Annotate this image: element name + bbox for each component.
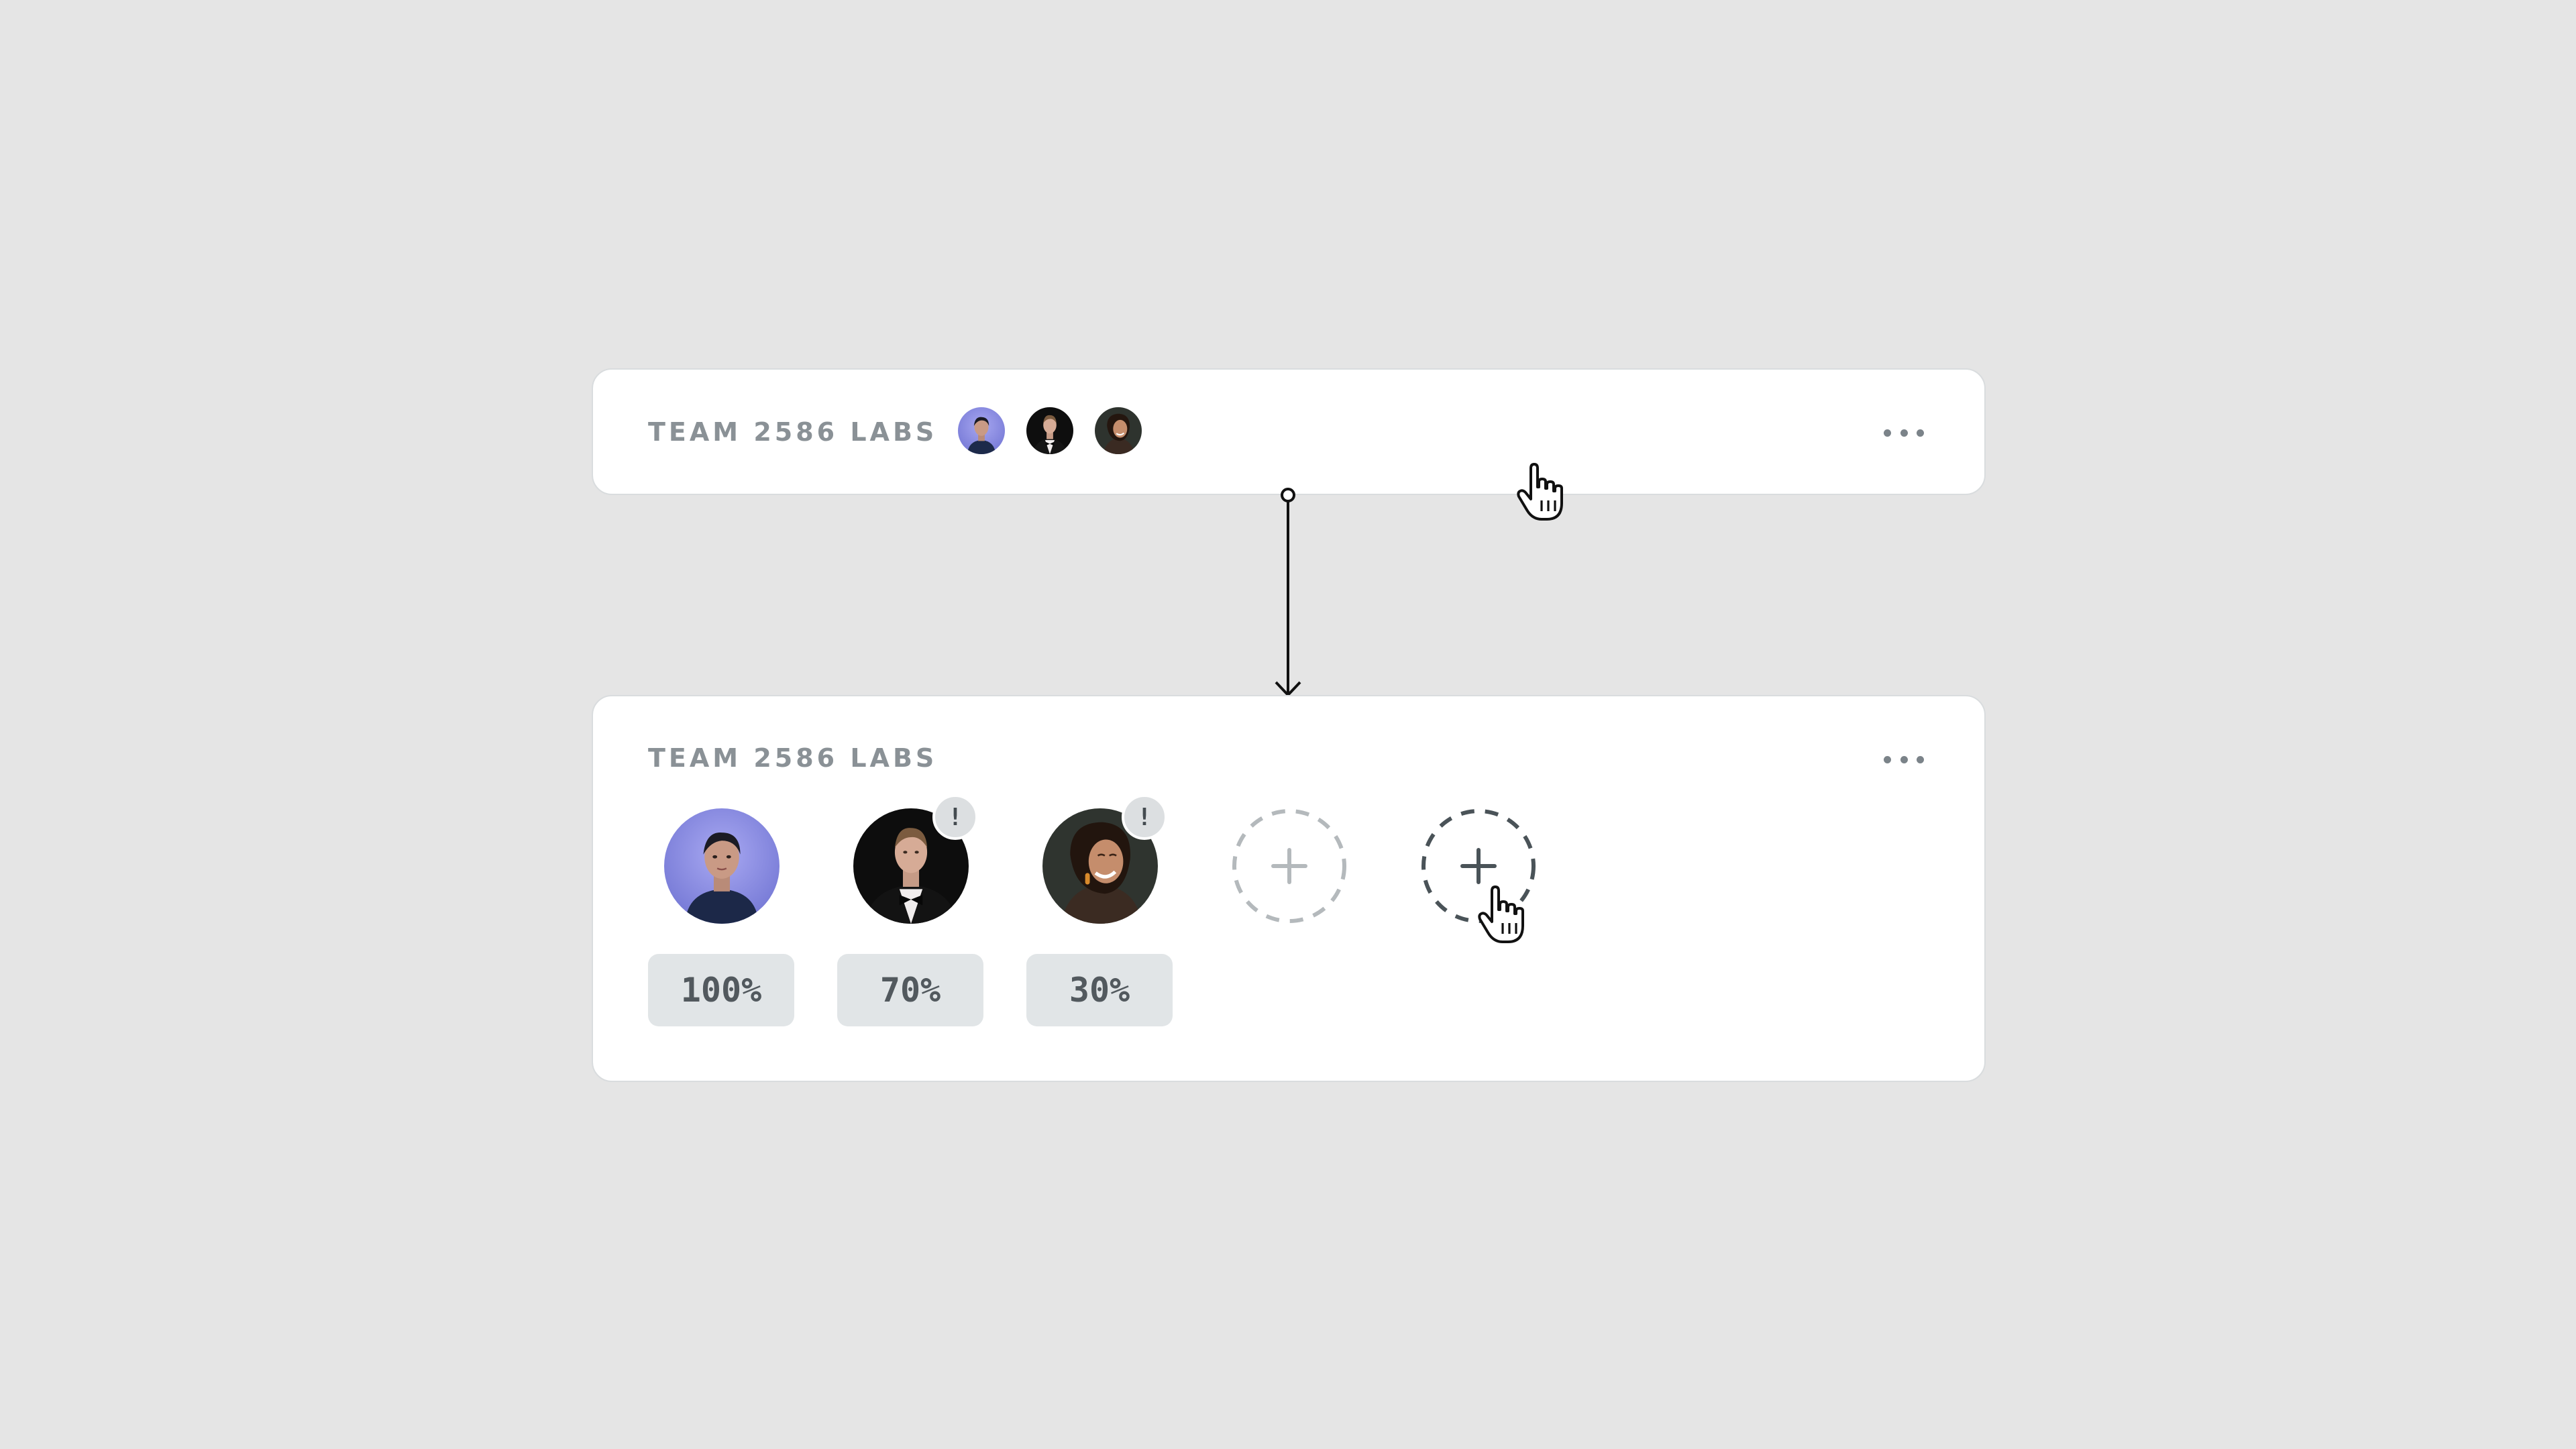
add-member-slot[interactable]	[1232, 808, 1347, 924]
plus-icon	[1460, 848, 1497, 884]
member-avatar-3[interactable]	[1093, 405, 1144, 456]
plus-icon	[1271, 848, 1307, 884]
more-options-button[interactable]	[1884, 419, 1924, 446]
member-avatar-2[interactable]	[1024, 405, 1075, 456]
allocation-badge: 100%	[648, 954, 794, 1026]
team-title: TEAM 2586 LABS	[648, 417, 938, 447]
warning-badge: !	[932, 794, 978, 840]
allocation-badge: 70%	[837, 954, 983, 1026]
team-card-expanded[interactable]: TEAM 2586 LABS 100% ! 70% ! 30%	[592, 695, 1986, 1082]
more-dot-icon	[1884, 755, 1891, 763]
more-options-button[interactable]	[1884, 746, 1924, 773]
member-avatar-1[interactable]	[664, 808, 780, 924]
more-dot-icon	[1900, 429, 1908, 437]
warning-badge: !	[1122, 794, 1167, 840]
more-dot-icon	[1917, 755, 1924, 763]
more-dot-icon	[1884, 429, 1891, 437]
hand-cursor-icon	[1515, 463, 1568, 523]
more-dot-icon	[1900, 755, 1908, 763]
team-title: TEAM 2586 LABS	[648, 743, 938, 773]
allocation-badge: 30%	[1026, 954, 1173, 1026]
hand-cursor-icon	[1476, 885, 1529, 946]
member-avatar-1[interactable]	[956, 405, 1007, 456]
team-card-collapsed[interactable]: TEAM 2586 LABS	[592, 368, 1986, 495]
more-dot-icon	[1917, 429, 1924, 437]
transition-arrow	[1268, 483, 1308, 701]
